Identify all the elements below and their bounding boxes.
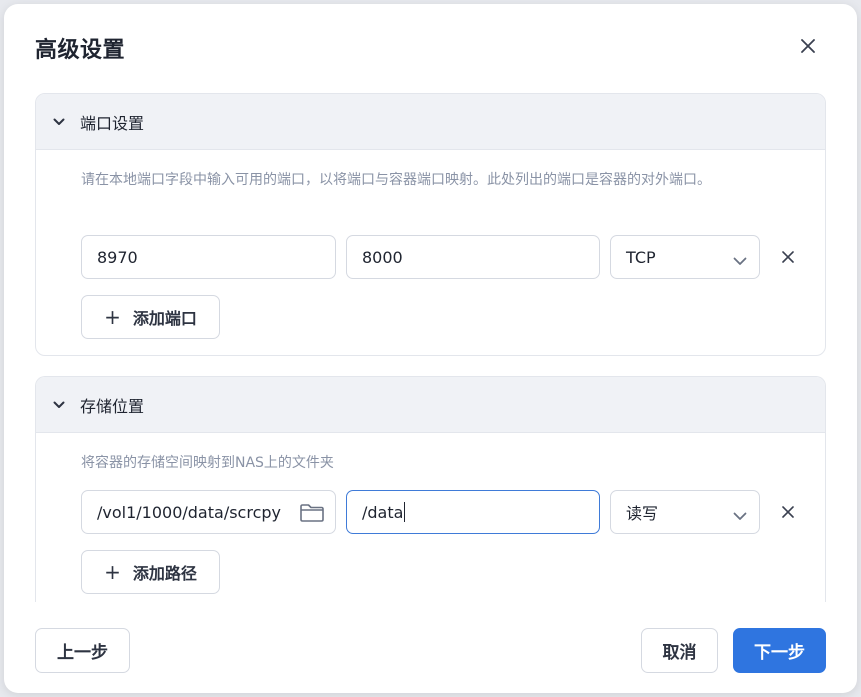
permission-select[interactable]: 读写 (610, 490, 760, 534)
port-settings-description: 请在本地端口字段中输入可用的端口，以将端口与容器端口映射。此处列出的端口是容器的… (81, 172, 711, 188)
add-path-button[interactable]: + 添加路径 (81, 550, 220, 594)
plus-icon: + (104, 560, 121, 584)
remove-path-button[interactable] (778, 502, 798, 522)
container-path-value: /data (362, 502, 404, 522)
folder-icon[interactable] (299, 503, 325, 527)
plus-icon: + (104, 305, 121, 329)
container-path-input[interactable]: /data (346, 490, 600, 534)
protocol-select[interactable]: TCP (610, 235, 760, 279)
port-settings-section: 端口设置 请在本地端口字段中输入可用的端口，以将端口与容器端口映射。此处列出的端… (35, 93, 826, 356)
storage-location-description: 将容器的存储空间映射到NAS上的文件夹 (81, 455, 334, 471)
port-settings-header[interactable]: 端口设置 (36, 94, 825, 150)
container-port-input[interactable]: 8000 (346, 235, 600, 279)
storage-location-title: 存储位置 (80, 396, 145, 416)
nas-path-value: /vol1/1000/data/scrcpy (97, 502, 281, 522)
port-settings-title: 端口设置 (80, 113, 145, 133)
advanced-settings-dialog: 高级设置 端口设置 请在本地端口字段中输入可用的端口，以将端口与容器端口映射。此… (4, 4, 857, 693)
storage-location-section: 存储位置 将容器的存储空间映射到NAS上的文件夹 /vol1/1000/data… (35, 376, 826, 602)
nas-path-input[interactable]: /vol1/1000/data/scrcpy (81, 490, 336, 534)
chevron-down-icon (52, 115, 66, 129)
container-port-value: 8000 (362, 247, 403, 267)
storage-location-header[interactable]: 存储位置 (36, 377, 825, 433)
close-icon (801, 39, 815, 53)
add-port-button[interactable]: + 添加端口 (81, 295, 220, 339)
local-port-value: 8970 (97, 247, 138, 267)
close-button[interactable] (796, 34, 820, 58)
dialog-title: 高级设置 (35, 38, 126, 63)
close-icon (782, 251, 794, 263)
cancel-button[interactable]: 取消 (641, 628, 718, 673)
chevron-down-icon (733, 251, 747, 270)
add-port-label: 添加端口 (132, 309, 197, 328)
permission-value: 读写 (626, 504, 659, 523)
add-path-label: 添加路径 (132, 564, 197, 583)
next-step-button[interactable]: 下一步 (733, 628, 826, 673)
chevron-down-icon (52, 398, 66, 412)
previous-step-button[interactable]: 上一步 (35, 628, 130, 673)
local-port-input[interactable]: 8970 (81, 235, 336, 279)
close-icon (782, 506, 794, 518)
chevron-down-icon (733, 506, 747, 525)
remove-port-button[interactable] (778, 247, 798, 267)
text-cursor (404, 502, 406, 522)
protocol-value: TCP (626, 247, 656, 267)
